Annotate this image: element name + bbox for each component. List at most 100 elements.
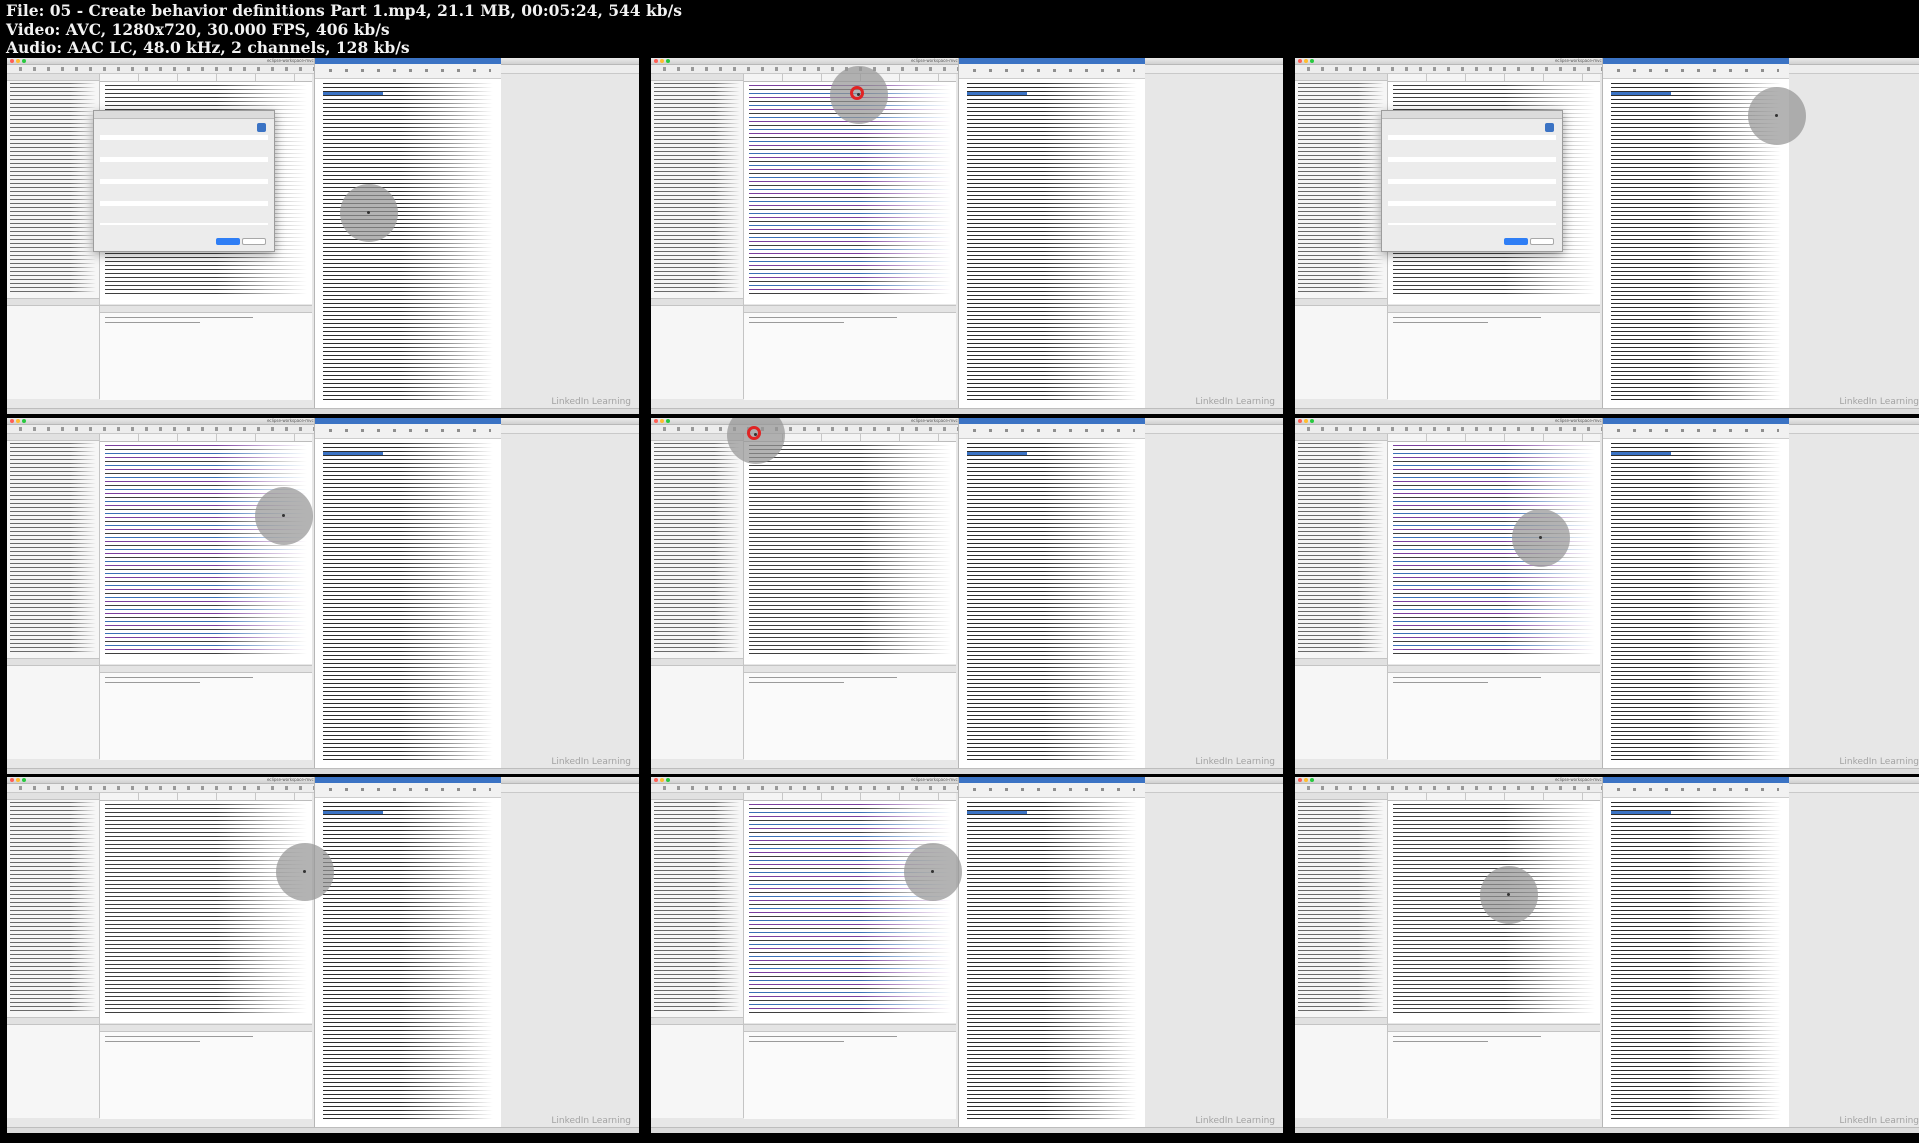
editor-tabs: [100, 74, 312, 82]
outline-view: [1295, 1017, 1387, 1118]
project-tree: [654, 802, 740, 1012]
outline-view: [651, 298, 743, 399]
thumbnail-3: eclipse-workspace-mvc01 - Data Definitio…: [1295, 58, 1919, 414]
cursor-highlight-icon: [1480, 866, 1538, 924]
project-explorer-header: [7, 74, 99, 81]
project-explorer: [651, 793, 744, 1118]
project-explorer-header: [651, 793, 743, 800]
outline-view: [1295, 298, 1387, 399]
cursor-highlight-icon: [255, 487, 313, 545]
code-lines: [749, 445, 951, 657]
status-bar: [7, 1127, 639, 1133]
documentation-pane: [1602, 777, 1789, 1133]
video-info-header: File: 05 - Create behavior definitions P…: [6, 1, 682, 58]
documentation-pane: [314, 418, 501, 774]
problems-tabs: [100, 1025, 312, 1032]
problems-tabs: [1388, 1025, 1600, 1032]
project-tree: [654, 83, 740, 293]
thumbnail-6: eclipse-workspace-mvc01 - Data Definitio…: [1295, 418, 1919, 774]
code-editor: [1388, 434, 1600, 664]
project-tree: [1298, 802, 1384, 1012]
outline-view: [651, 658, 743, 759]
file-info-line: File: 05 - Create behavior definitions P…: [6, 1, 682, 20]
editor-tabs: [100, 434, 312, 442]
doc-toolbar: [1603, 424, 1789, 439]
editor-tabs: [100, 793, 312, 801]
status-bar: [1295, 768, 1919, 774]
new-data-definition-dialog: [1381, 110, 1563, 252]
doc-toolbar: [315, 64, 501, 79]
doc-toolbar: [315, 783, 501, 798]
documentation-pane: [314, 777, 501, 1133]
dialog-cancel-button: [242, 238, 266, 245]
thumbnail-5: eclipse-workspace-mvc01 - Data Definitio…: [651, 418, 1283, 774]
click-indicator-icon: [830, 66, 888, 124]
project-tree: [1298, 443, 1384, 653]
watermark: LinkedIn Learning: [1839, 1116, 1919, 1126]
cursor-highlight-icon: [1748, 87, 1806, 145]
watermark: LinkedIn Learning: [1195, 1116, 1275, 1126]
outline-view: [651, 1017, 743, 1118]
code-lines: [749, 804, 951, 1016]
documentation-pane: [314, 58, 501, 414]
thumbnail-8: eclipse-workspace-mvc01 - Data Definitio…: [651, 777, 1283, 1133]
documentation-pane: [958, 58, 1145, 414]
status-bar: [1295, 1127, 1919, 1133]
problems-view: [100, 1024, 312, 1119]
doc-text: [967, 443, 1137, 763]
cursor-highlight-icon: [904, 843, 962, 901]
project-explorer: [651, 434, 744, 759]
dialog-fields: [1388, 125, 1556, 225]
editor-tabs: [1388, 434, 1600, 442]
project-explorer-header: [7, 793, 99, 800]
status-bar: [7, 408, 639, 414]
contact-sheet: File: 05 - Create behavior definitions P…: [0, 0, 1919, 1143]
problems-view: [1388, 305, 1600, 400]
project-tree: [10, 802, 96, 1012]
doc-toolbar: [315, 424, 501, 439]
problems-tabs: [1388, 666, 1600, 673]
code-editor: [100, 793, 312, 1023]
dialog-logo-icon: [1545, 123, 1554, 132]
documentation-pane: [1602, 418, 1789, 774]
project-explorer-header: [1295, 74, 1387, 81]
cursor-highlight-icon: [340, 184, 398, 242]
dialog-cancel-button: [1530, 238, 1554, 245]
dialog-titlebar: [94, 111, 274, 119]
code-lines: [105, 445, 307, 657]
doc-text: [967, 83, 1137, 403]
watermark: LinkedIn Learning: [551, 397, 631, 407]
status-bar: [651, 1127, 1283, 1133]
problems-view: [744, 665, 956, 760]
doc-toolbar: [1603, 783, 1789, 798]
project-explorer: [1295, 74, 1388, 399]
dialog-titlebar: [1382, 111, 1562, 119]
documentation-pane: [958, 418, 1145, 774]
watermark: LinkedIn Learning: [1839, 757, 1919, 767]
cursor-highlight-icon: [276, 843, 334, 901]
code-editor: [744, 793, 956, 1023]
project-explorer: [7, 793, 100, 1118]
outline-view: [1295, 658, 1387, 759]
problems-view: [1388, 665, 1600, 760]
doc-toolbar: [959, 64, 1145, 79]
doc-text: [967, 802, 1137, 1122]
project-explorer: [1295, 793, 1388, 1118]
project-tree: [1298, 83, 1384, 293]
editor-tabs: [1388, 793, 1600, 801]
problems-tabs: [744, 306, 956, 313]
documentation-pane: [958, 777, 1145, 1133]
problems-view: [100, 665, 312, 760]
video-info-line: Video: AVC, 1280x720, 30.000 FPS, 406 kb…: [6, 19, 390, 39]
outline-view: [7, 1017, 99, 1118]
problems-tabs: [744, 666, 956, 673]
watermark: LinkedIn Learning: [551, 757, 631, 767]
status-bar: [651, 408, 1283, 414]
project-explorer: [1295, 434, 1388, 759]
project-explorer: [7, 74, 100, 399]
thumbnail-9: eclipse-workspace-mvc01 - Data Definitio…: [1295, 777, 1919, 1133]
problems-view: [1388, 1024, 1600, 1119]
thumbnail-1: eclipse-workspace-mvc01 - Data Definitio…: [7, 58, 639, 414]
cursor-highlight-icon: [1512, 509, 1570, 567]
project-tree: [654, 443, 740, 653]
